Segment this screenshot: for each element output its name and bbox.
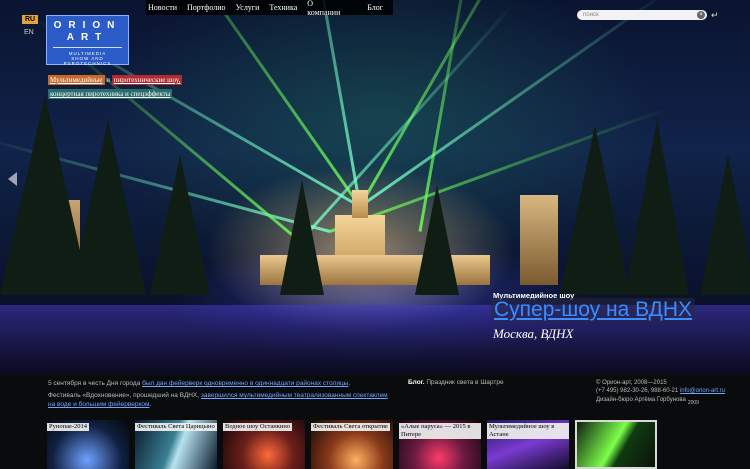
logo-line2: ART [66,32,109,43]
thumb-item[interactable]: Мультимедийное шоу в Астане [487,420,569,469]
prev-slide-icon[interactable] [8,172,17,186]
lang-en[interactable]: EN [24,29,34,36]
search-input[interactable]: поиск × [577,10,707,20]
logo[interactable]: ORION ART MULTIMEDIA SHOW AND PYROTECHNI… [46,15,129,66]
contacts: © Орион-арт, 2008—2015 (+7 495) 982-30-2… [596,379,725,395]
search-placeholder: поиск [583,12,599,18]
thumb-caption: Фестиваль Света Царицыно [135,423,217,431]
thumb-caption: Водное шоу Останкино [223,423,293,431]
nav-equipment[interactable]: Техника [269,3,297,12]
nav-services[interactable]: Услуги [236,3,260,12]
thumb-item[interactable]: Фестиваль Света открытие [311,420,393,469]
thumb-caption: Мультимедийное шоу в Астане [487,423,569,439]
tag-and: и [106,76,111,84]
category-tags: Мультимедийные и пиротехнические шоу, ко… [48,75,183,99]
language-switch: RU EN [22,15,39,36]
blog-teaser[interactable]: Блог. Праздник света в Шартре [408,379,504,386]
tag-concert[interactable]: концертная пиротехника и спецэффекты [48,89,173,99]
nav-about[interactable]: О компании [307,0,347,17]
phones: (+7 495) 982-30-26, 988-60-21 [596,388,679,394]
news-item: Фестиваль «Вдохновение», прошедший на ВД… [48,392,388,408]
thumb-item[interactable]: Фестиваль Света Царицыно [135,420,217,469]
thumb-item[interactable]: Водное шоу Останкино [223,420,305,469]
thumb-item[interactable]: «Алые паруса» — 2015 в Питере [399,420,481,469]
email-link[interactable]: info@orion-art.ru [680,388,725,394]
copyright: © Орион-арт, 2008—2015 [596,380,667,386]
tag-pyro[interactable]: пиротехнические шоу, [111,75,183,85]
thumb-caption: Рунопае-2014 [47,423,90,431]
thumb-caption: Фестиваль Света открытие [311,423,390,431]
lang-ru[interactable]: RU [22,15,39,24]
blog-teaser-text: Праздник света в Шартре [426,379,504,386]
hero-title-link[interactable]: Супер-шоу на ВДНХ [491,298,696,322]
nav-news[interactable]: Новости [148,3,177,12]
hero-place: Москва, ВДНХ [493,326,574,341]
news-item: 5 сентября в честь Дня города был дан фе… [48,380,351,387]
news-link-1[interactable]: был дан фейерверк одновременно в одиннад… [142,380,348,387]
top-nav: Новости Портфолио Услуги Техника О компа… [146,0,393,17]
thumb-item-selected[interactable] [575,420,657,469]
nav-portfolio[interactable]: Портфолио [187,3,226,12]
logo-line4: SHOW AND PYROTECHNICS [63,56,112,66]
logo-line1: ORION [53,20,122,31]
enter-icon[interactable]: ↵ [711,10,719,21]
tag-multimedia[interactable]: Мультимедийные [48,75,105,85]
blog-label: Блог. [408,379,425,386]
news-list: 5 сентября в честь Дня города был дан фе… [48,379,388,412]
thumb-caption: «Алые паруса» — 2015 в Питере [399,423,481,439]
clear-icon[interactable]: × [697,11,705,19]
nav-blog[interactable]: Блог [367,3,383,12]
thumb-item[interactable]: Рунопае-2014 [47,420,129,469]
design-credit[interactable]: Дизайн-бюро Артёма Горбунова 2009 [596,397,699,406]
